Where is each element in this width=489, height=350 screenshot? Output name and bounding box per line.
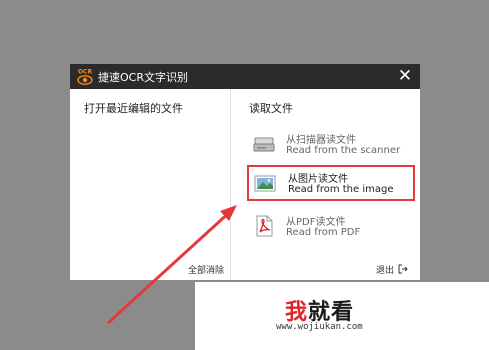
scanner-option-label-en: Read from the scanner bbox=[286, 145, 401, 156]
scanner-icon bbox=[253, 137, 275, 152]
recent-files-pane: 打开最近编辑的文件 全部消除 bbox=[70, 89, 230, 280]
read-file-heading: 读取文件 bbox=[249, 102, 293, 115]
exit-icon bbox=[398, 264, 408, 274]
watermark: 我就看 www.wojiukan.com bbox=[195, 282, 489, 350]
title-bar: OCR 捷速OCR文字识别 ✕ bbox=[70, 64, 420, 89]
recent-files-heading: 打开最近编辑的文件 bbox=[84, 102, 183, 115]
exit-button[interactable]: 退出 bbox=[376, 263, 408, 276]
read-file-pane: 读取文件 从扫描器读文件 Read from the scanner 从图片读文… bbox=[230, 89, 420, 280]
window-title: 捷速OCR文字识别 bbox=[98, 71, 188, 84]
watermark-url: www.wojiukan.com bbox=[276, 322, 363, 332]
ocr-dialog: OCR 捷速OCR文字识别 ✕ 打开最近编辑的文件 全部消除 读取文件 从扫描器… bbox=[70, 64, 420, 280]
image-icon bbox=[254, 175, 276, 192]
read-from-scanner-option[interactable]: 从扫描器读文件 Read from the scanner bbox=[247, 127, 415, 163]
pdf-icon bbox=[256, 215, 273, 237]
clear-all-link[interactable]: 全部消除 bbox=[188, 263, 224, 276]
pdf-option-label-cn: 从PDF读文件 bbox=[286, 217, 346, 228]
image-option-label-en: Read from the image bbox=[288, 184, 394, 195]
exit-label: 退出 bbox=[375, 266, 394, 276]
read-from-image-option[interactable]: 从图片读文件 Read from the image bbox=[247, 165, 415, 201]
ocr-logo-icon: OCR bbox=[77, 69, 93, 85]
close-button[interactable]: ✕ bbox=[396, 67, 414, 85]
read-from-pdf-option[interactable]: 从PDF读文件 Read from PDF bbox=[247, 209, 415, 245]
image-option-label-cn: 从图片读文件 bbox=[288, 174, 348, 185]
pdf-option-label-en: Read from PDF bbox=[286, 227, 361, 238]
scanner-option-label-cn: 从扫描器读文件 bbox=[286, 135, 356, 146]
svg-text:OCR: OCR bbox=[78, 69, 93, 76]
